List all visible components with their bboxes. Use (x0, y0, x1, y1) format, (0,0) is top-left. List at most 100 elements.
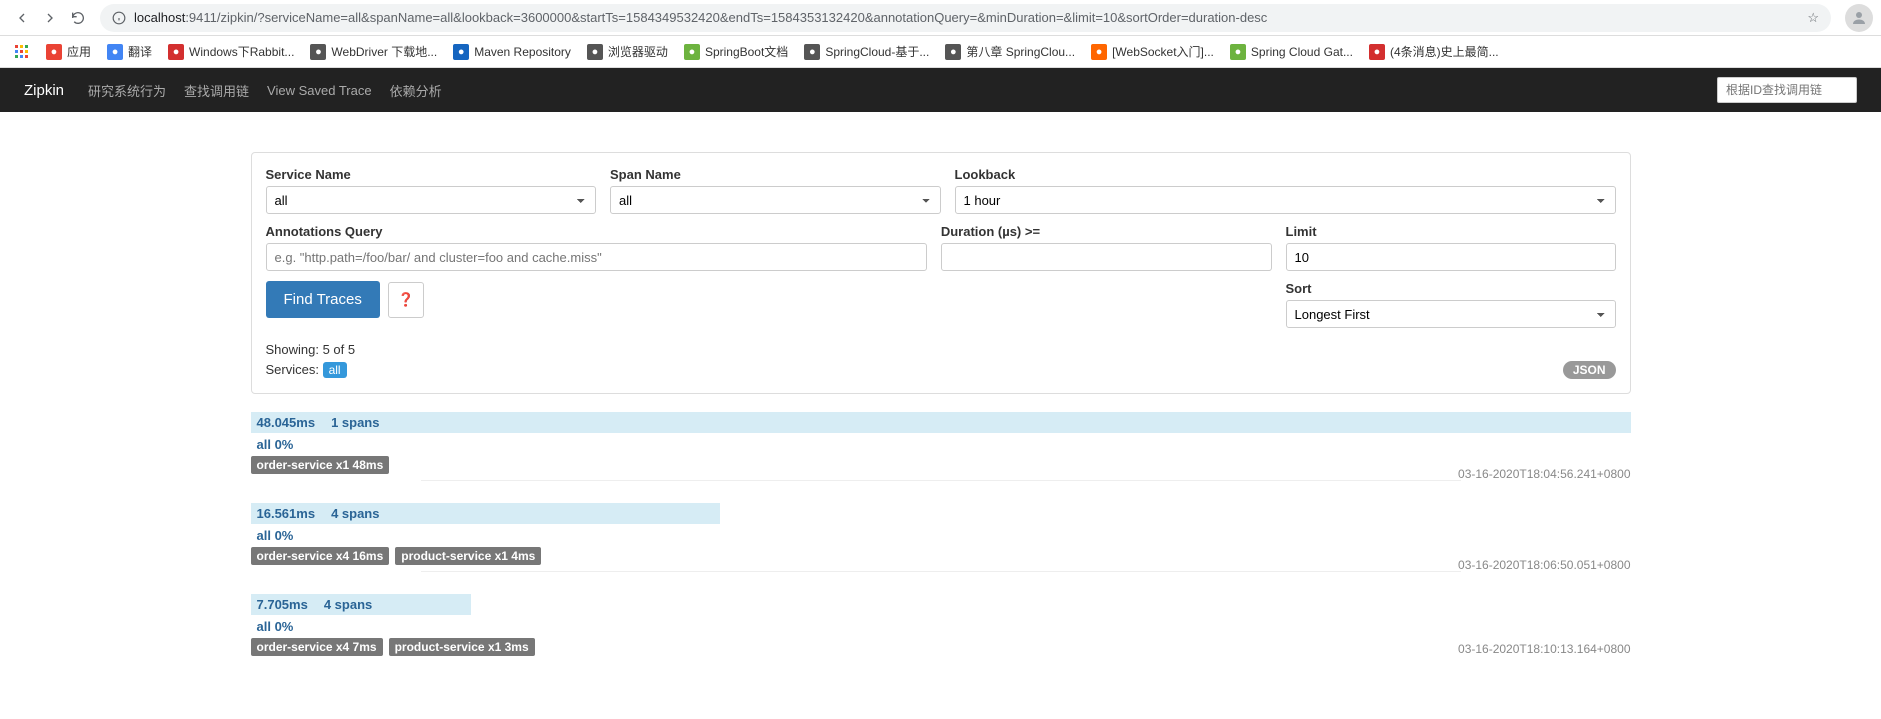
zipkin-tagline: 研究系统行为 (88, 81, 166, 100)
bookmark-label: (4条消息)史上最简... (1390, 43, 1499, 60)
trace-timestamp: 03-16-2020T18:06:50.051+0800 (1458, 558, 1630, 572)
service-tag: order-service x4 16ms (251, 547, 390, 565)
showing-count: Showing: 5 of 5 (266, 340, 356, 360)
service-tag: product-service x1 3ms (389, 638, 535, 656)
span-name-select[interactable]: all (610, 186, 941, 214)
nav-saved-trace[interactable]: View Saved Trace (267, 83, 372, 98)
service-tag: order-service x1 48ms (251, 456, 390, 474)
bookmark-item[interactable]: ● SpringBoot文档 (678, 40, 794, 63)
annotations-input[interactable] (266, 243, 927, 271)
bookmark-label: 应用 (67, 43, 91, 60)
bookmark-item[interactable]: ● 翻译 (101, 40, 158, 63)
bookmark-label: Spring Cloud Gat... (1251, 45, 1353, 59)
trace-tags: order-service x4 7ms product-service x1 3… (251, 638, 1631, 656)
trace-span-count: 4 spans (331, 506, 379, 521)
trace-span-count: 4 spans (324, 597, 372, 612)
service-tag: order-service x4 7ms (251, 638, 383, 656)
limit-input[interactable] (1286, 243, 1616, 271)
favicon-icon: ● (107, 44, 123, 60)
bookmark-item[interactable]: ● (4条消息)史上最简... (1363, 40, 1505, 63)
divider (421, 480, 1461, 481)
bookmark-item[interactable]: ●[WebSocket入门]... (1085, 40, 1220, 63)
forward-icon (42, 10, 58, 26)
bookmark-label: WebDriver 下载地... (331, 43, 437, 60)
trace-duration: 7.705ms (257, 597, 308, 612)
bookmark-item[interactable]: ● Windows下Rabbit... (162, 40, 300, 63)
help-button[interactable]: ❓ (388, 282, 424, 318)
trace-percent: all 0% (251, 615, 1631, 638)
service-tag: product-service x1 4ms (395, 547, 541, 565)
forward-button[interactable] (36, 4, 64, 32)
nav-dependencies[interactable]: 依赖分析 (390, 81, 442, 100)
bookmark-item[interactable]: ●WebDriver 下载地... (304, 40, 443, 63)
span-name-label: Span Name (610, 167, 941, 182)
duration-input[interactable] (941, 243, 1272, 271)
zipkin-navbar: Zipkin 研究系统行为 查找调用链 View Saved Trace 依赖分… (0, 68, 1881, 112)
bookmark-item[interactable]: ●浏览器驱动 (581, 40, 674, 63)
bookmarks-bar: ●应用●翻译●Windows下Rabbit...●WebDriver 下载地..… (0, 36, 1881, 68)
address-bar[interactable]: localhost:9411/zipkin/?serviceName=all&s… (100, 4, 1831, 32)
trace-percent: all 0% (251, 433, 1631, 456)
bookmark-item[interactable]: ● Spring Cloud Gat... (1224, 41, 1359, 63)
favicon-icon: ● (1091, 44, 1107, 60)
info-icon (112, 11, 126, 25)
service-name-label: Service Name (266, 167, 597, 182)
trace-list: 48.045ms 1 spans all 0% order-service x1… (251, 412, 1631, 660)
trace-percent: all 0% (251, 524, 1631, 547)
favicon-icon: ● (1230, 44, 1246, 60)
bookmark-label: 翻译 (128, 43, 152, 60)
service-name-select[interactable]: all (266, 186, 597, 214)
browser-toolbar: localhost:9411/zipkin/?serviceName=all&s… (0, 0, 1881, 36)
trace-row[interactable]: 7.705ms 4 spans all 0% order-service x4 … (251, 594, 1631, 660)
apps-icon (14, 44, 30, 60)
favicon-icon: ● (46, 44, 62, 60)
trace-row[interactable]: 16.561ms 4 spans all 0% order-service x4… (251, 503, 1631, 576)
trace-duration-bar: 16.561ms 4 spans (251, 503, 720, 524)
trace-duration-bar: 48.045ms 1 spans (251, 412, 1631, 433)
trace-id-search-input[interactable] (1717, 77, 1857, 103)
url-text: localhost:9411/zipkin/?serviceName=all&s… (134, 10, 1799, 25)
favicon-icon: ● (453, 44, 469, 60)
nav-find-traces[interactable]: 查找调用链 (184, 81, 249, 100)
help-icon: ❓ (398, 292, 415, 308)
bookmark-item[interactable]: ● SpringCloud-基于... (798, 40, 935, 63)
back-button[interactable] (8, 4, 36, 32)
bookmark-label: Maven Repository (474, 45, 571, 59)
profile-avatar[interactable] (1845, 4, 1873, 32)
bookmark-label: Windows下Rabbit... (189, 43, 294, 60)
person-icon (1850, 9, 1868, 27)
favicon-icon: ● (684, 44, 700, 60)
lookback-select[interactable]: 1 hour (955, 186, 1616, 214)
favicon-icon: ● (1369, 44, 1385, 60)
favicon-icon: ● (945, 44, 961, 60)
trace-duration: 48.045ms (257, 415, 316, 430)
bookmark-label: SpringCloud-基于... (825, 43, 929, 60)
bookmark-star-icon[interactable]: ☆ (1807, 10, 1819, 26)
limit-label: Limit (1286, 224, 1616, 239)
bookmark-label: SpringBoot文档 (705, 43, 788, 60)
duration-label: Duration (µs) >= (941, 224, 1272, 239)
trace-duration-bar: 7.705ms 4 spans (251, 594, 472, 615)
back-icon (14, 10, 30, 26)
divider (421, 571, 1461, 572)
json-button[interactable]: JSON (1563, 361, 1616, 379)
trace-timestamp: 03-16-2020T18:10:13.164+0800 (1458, 642, 1630, 656)
bookmark-item[interactable]: ● 第八章 SpringClou... (939, 40, 1081, 63)
reload-icon (70, 10, 86, 26)
trace-row[interactable]: 48.045ms 1 spans all 0% order-service x1… (251, 412, 1631, 485)
services-badge: all (323, 362, 347, 378)
annotations-label: Annotations Query (266, 224, 927, 239)
bookmark-item[interactable]: ● Maven Repository (447, 41, 577, 63)
find-traces-button[interactable]: Find Traces (266, 281, 380, 318)
zipkin-brand[interactable]: Zipkin (24, 82, 64, 99)
bookmark-label: 浏览器驱动 (608, 43, 668, 60)
bookmark-label: 第八章 SpringClou... (966, 43, 1075, 60)
favicon-icon: ● (804, 44, 820, 60)
reload-button[interactable] (64, 4, 92, 32)
favicon-icon: ● (168, 44, 184, 60)
bookmark-item[interactable]: ● 应用 (40, 40, 97, 63)
sort-select[interactable]: Longest First (1286, 300, 1616, 328)
apps-button[interactable] (8, 41, 36, 63)
filter-panel: Service Name all Span Name all Lookback … (251, 152, 1631, 394)
sort-label: Sort (1286, 281, 1616, 296)
